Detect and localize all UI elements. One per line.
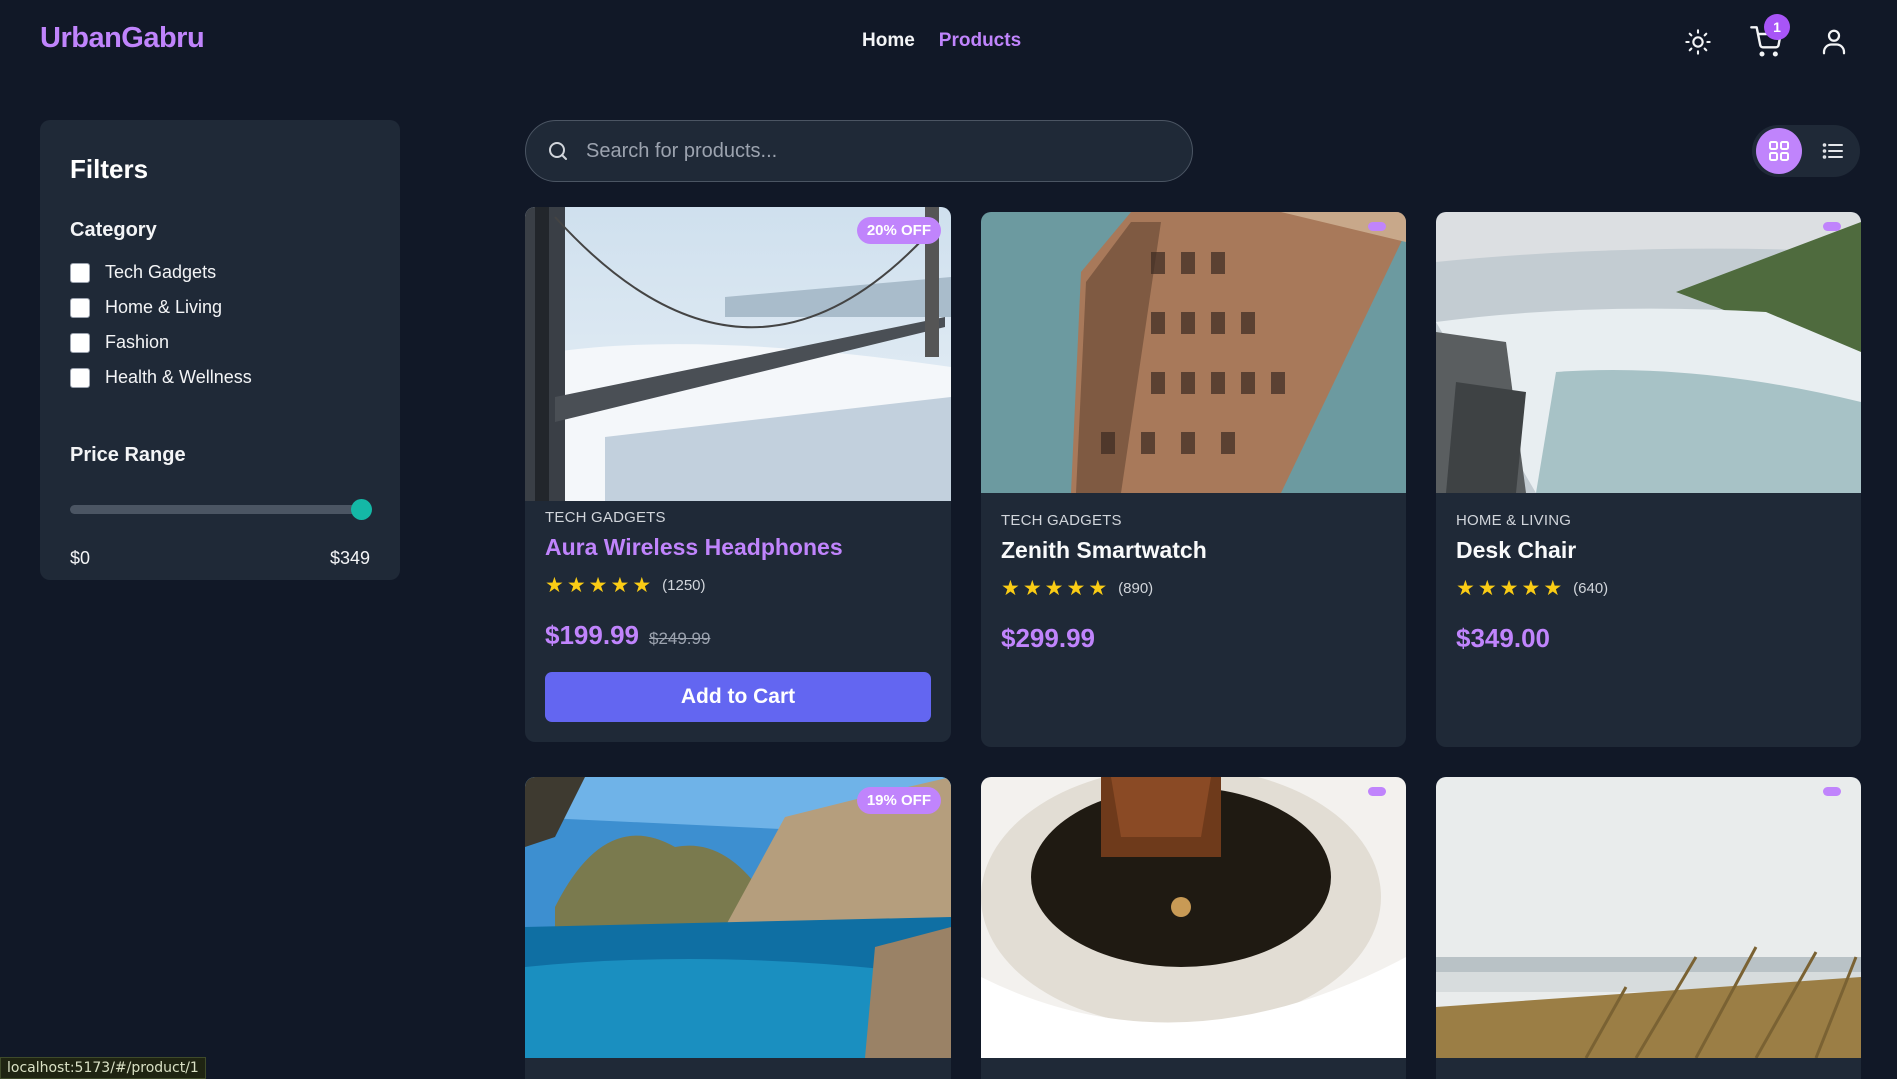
view-toggle — [1752, 125, 1860, 177]
search-bar — [525, 120, 1193, 182]
product-category: Tech Gadgets — [1001, 512, 1122, 529]
grid-view-button[interactable] — [1756, 128, 1802, 174]
price-row: $199.99 $249.99 — [545, 620, 931, 651]
star-icon: ★ — [1477, 577, 1497, 600]
product-image[interactable]: 20% OFF — [525, 207, 951, 501]
product-title[interactable]: Desk Chair — [1456, 537, 1841, 564]
star-icon: ★ — [545, 574, 564, 597]
cart-button[interactable]: 1 — [1748, 14, 1790, 60]
discount-badge — [1823, 787, 1841, 796]
star-icon: ★ — [1456, 577, 1475, 600]
discount-badge: 19% OFF — [856, 787, 941, 814]
checkbox[interactable] — [70, 297, 90, 318]
product-card[interactable]: 20% OFF Tech Gadgets Aura Wireless Headp… — [525, 207, 951, 742]
product-card[interactable]: Home & Living Desk Chair ★ ★ ★ ★ ★ (640) $34… — [1436, 212, 1861, 747]
price-min-label: $0 — [70, 548, 91, 568]
category-fashion[interactable]: Fashion — [70, 332, 370, 353]
checkbox[interactable] — [70, 367, 90, 388]
product-image[interactable]: 19% OFF — [525, 777, 951, 1058]
product-card[interactable] — [981, 777, 1406, 1079]
category-list: Tech Gadgets Home & Living Fashion Healt… — [70, 262, 370, 388]
discount-badge — [1823, 222, 1841, 231]
category-title: Category — [70, 219, 157, 241]
price-range-labels: $0 $349 — [70, 548, 370, 569]
price: $349.00 — [1456, 623, 1550, 653]
category-health-wellness[interactable]: Health & Wellness — [70, 367, 370, 388]
star-icon: ★ — [1044, 577, 1064, 600]
star-icon: ★ — [566, 574, 586, 597]
rating: ★ ★ ★ ★ ★ (1250) — [545, 575, 931, 596]
app-root: UrbanGabru Home Products 1 Filters Categ… — [0, 0, 1897, 1079]
discount-badge — [1368, 222, 1386, 231]
sun-icon — [1685, 29, 1711, 55]
price: $299.99 — [1001, 623, 1095, 653]
account-button[interactable] — [1816, 24, 1852, 60]
filters-title: Filters — [70, 154, 149, 184]
star-icon: ★ — [1022, 577, 1042, 600]
product-image[interactable] — [1436, 777, 1861, 1058]
product-card[interactable]: Tech Gadgets Zenith Smartwatch ★ ★ ★ ★ ★ (89… — [981, 212, 1406, 747]
header: UrbanGabru Home Products 1 — [0, 0, 1897, 84]
old-price: $249.99 — [648, 629, 711, 648]
star-icon: ★ — [610, 574, 630, 597]
add-to-cart-button[interactable]: Add to Cart — [545, 672, 931, 722]
status-bar-url: localhost:5173/#/product/1 — [0, 1057, 206, 1079]
discount-badge — [1368, 787, 1386, 796]
star-icon: ★ — [1543, 577, 1563, 600]
price-range-title: Price Range — [70, 444, 186, 466]
rating-count: (640) — [1573, 580, 1609, 597]
checkbox[interactable] — [70, 332, 90, 353]
card-body: Tech Gadgets Zenith Smartwatch ★ ★ ★ ★ ★ (89… — [1001, 512, 1386, 654]
main-nav: Home Products — [862, 30, 1021, 52]
product-title[interactable]: Aura Wireless Headphones — [545, 534, 931, 561]
product-card[interactable]: 19% OFF — [525, 777, 951, 1079]
price: $199.99 — [545, 620, 639, 650]
grid-icon — [1769, 141, 1789, 161]
star-icon: ★ — [1066, 577, 1086, 600]
product-card[interactable] — [1436, 777, 1861, 1079]
user-icon — [1822, 29, 1846, 55]
list-view-button[interactable] — [1810, 128, 1856, 174]
rating: ★ ★ ★ ★ ★ (640) — [1456, 578, 1841, 599]
search-icon — [549, 142, 567, 160]
theme-toggle-button[interactable] — [1680, 24, 1716, 60]
star-icon: ★ — [1088, 577, 1108, 600]
rating-count: (890) — [1118, 580, 1154, 597]
rating: ★ ★ ★ ★ ★ (890) — [1001, 578, 1386, 599]
star-icon: ★ — [1001, 577, 1020, 600]
brand-logo[interactable]: UrbanGabru — [40, 22, 205, 55]
price-row: $299.99 — [1001, 623, 1386, 654]
nav-products[interactable]: Products — [939, 30, 1021, 52]
star-icon: ★ — [1521, 577, 1541, 600]
product-category: Tech Gadgets — [545, 509, 666, 526]
category-tech-gadgets[interactable]: Tech Gadgets — [70, 262, 370, 283]
cart-count-badge: 1 — [1764, 14, 1790, 40]
star-icon: ★ — [632, 574, 652, 597]
discount-badge: 20% OFF — [856, 217, 941, 244]
nav-home[interactable]: Home — [862, 30, 915, 52]
price-row: $349.00 — [1456, 623, 1841, 654]
card-body: Tech Gadgets Aura Wireless Headphones ★ ★… — [545, 509, 931, 651]
category-home-living[interactable]: Home & Living — [70, 297, 370, 318]
star-icon: ★ — [1499, 577, 1519, 600]
product-image[interactable] — [981, 777, 1406, 1058]
price-max-label: $349 — [329, 548, 370, 568]
product-category: Home & Living — [1456, 512, 1572, 529]
product-image[interactable] — [981, 212, 1406, 493]
price-slider-thumb[interactable] — [351, 499, 372, 520]
filters-panel: Filters Category Tech Gadgets Home & Liv… — [40, 120, 400, 580]
star-icon: ★ — [588, 574, 608, 597]
card-body: Home & Living Desk Chair ★ ★ ★ ★ ★ (640) $34… — [1456, 512, 1841, 654]
price-range-slider[interactable] — [70, 499, 372, 520]
product-image[interactable] — [1436, 212, 1861, 493]
rating-count: (1250) — [662, 577, 706, 594]
search-input[interactable] — [586, 139, 1146, 163]
product-title[interactable]: Zenith Smartwatch — [1001, 537, 1386, 564]
list-icon — [1822, 143, 1843, 159]
checkbox[interactable] — [70, 262, 90, 283]
